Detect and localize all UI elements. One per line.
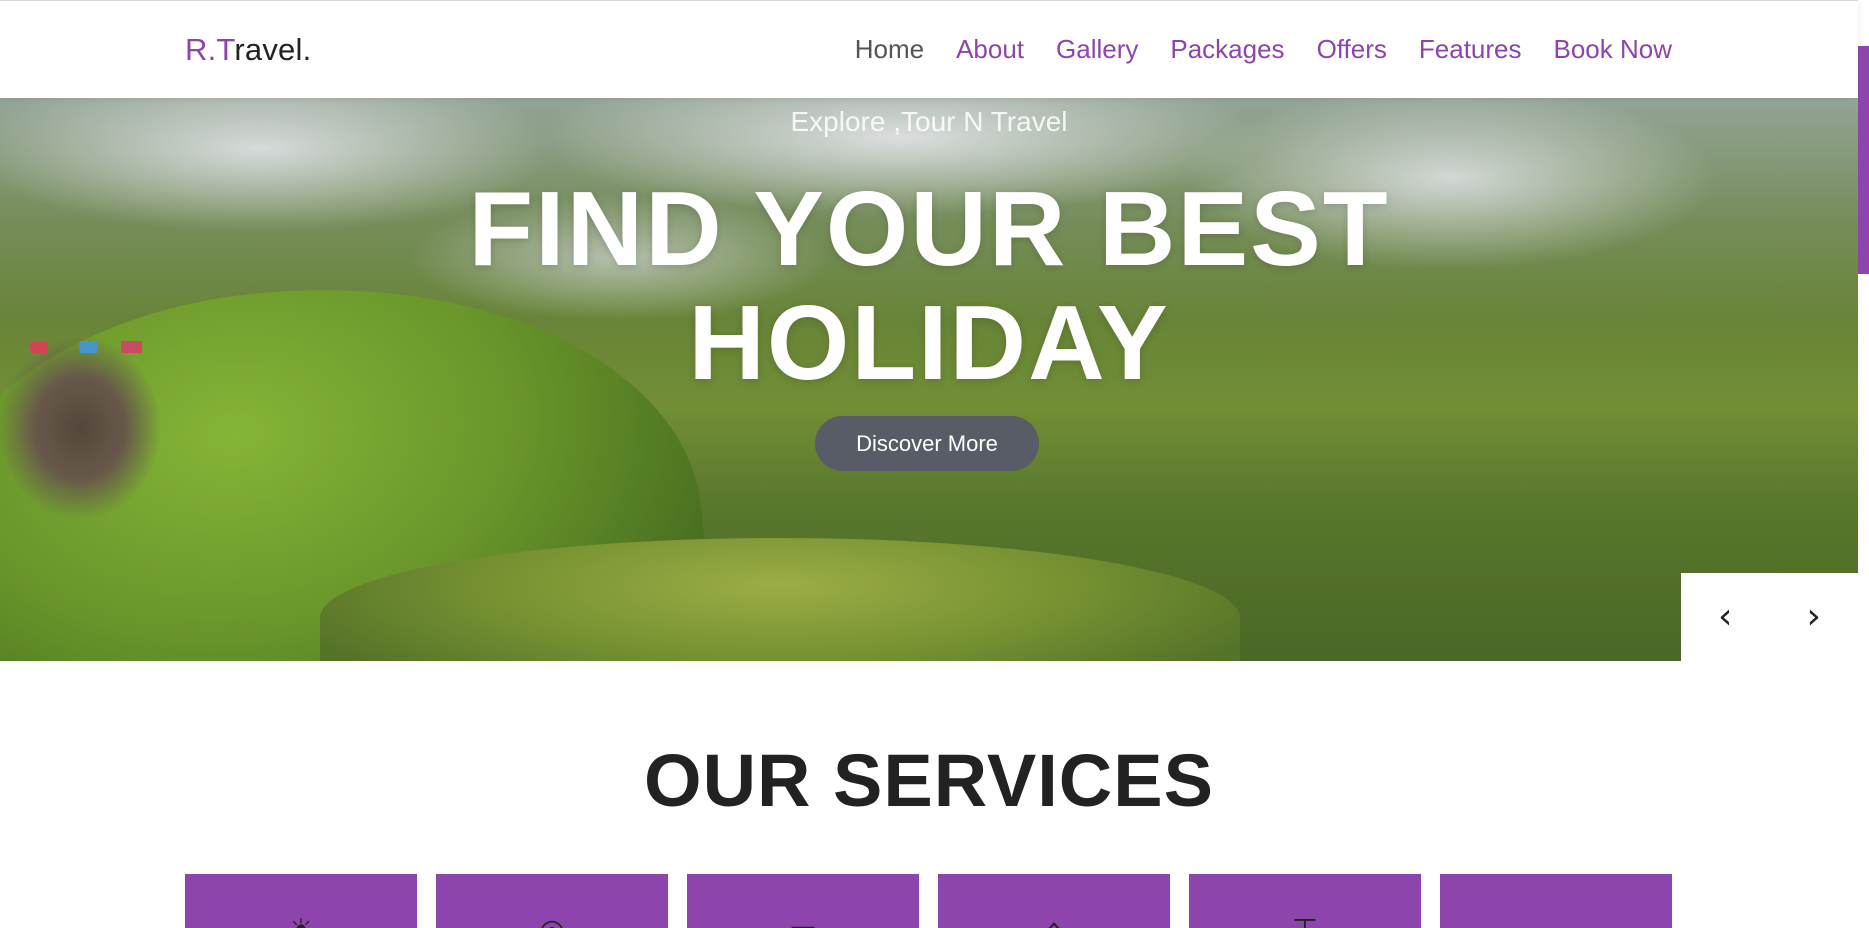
chevron-left-icon[interactable]: ‹ — [1718, 599, 1732, 635]
briefcase-icon: ⊤ — [1292, 916, 1318, 928]
hero-title: FIND YOUR BEST HOLIDAY — [0, 172, 1858, 400]
nav-link-book-now[interactable]: Book Now — [1554, 34, 1673, 65]
home-icon: ⌂ — [1044, 916, 1063, 928]
bus-icon: ▭ — [789, 916, 817, 928]
nav-link-gallery[interactable]: Gallery — [1056, 34, 1138, 65]
logo-rest: ravel. — [234, 32, 312, 67]
service-card[interactable] — [1440, 874, 1672, 928]
services-title: OUR SERVICES — [644, 739, 1214, 822]
service-card[interactable]: ⊤ — [1189, 874, 1421, 928]
site-logo[interactable]: R.Travel. — [185, 32, 311, 68]
chevron-right-icon[interactable]: › — [1807, 599, 1821, 635]
nav-link-features[interactable]: Features — [1419, 34, 1522, 65]
nav-link-about[interactable]: About — [956, 34, 1024, 65]
hero-subtitle: Explore ,Tour N Travel — [790, 106, 1068, 137]
nav-link-home[interactable]: Home — [855, 34, 924, 65]
service-card[interactable]: ◎ — [436, 874, 668, 928]
service-card[interactable]: ⌂ — [938, 874, 1170, 928]
service-card[interactable]: ▭ — [687, 874, 919, 928]
discover-more-button[interactable]: Discover More — [815, 416, 1039, 471]
nav-link-offers[interactable]: Offers — [1317, 34, 1387, 65]
service-card[interactable]: ☀ — [185, 874, 417, 928]
logo-accent: R.T — [185, 32, 235, 67]
page-scrollbar-thumb[interactable] — [1858, 46, 1869, 274]
service-cards: ☀ ◎ ▭ ⌂ ⊤ — [185, 874, 1672, 928]
hero-title-line-2: HOLIDAY — [688, 284, 1170, 402]
sun-icon: ☀ — [288, 916, 315, 928]
hero-slider: Explore ,Tour N Travel FIND YOUR BEST HO… — [0, 98, 1858, 661]
main-nav: Home About Gallery Packages Offers Featu… — [855, 34, 1672, 65]
slider-controls: ‹ › — [1681, 573, 1858, 661]
map-pin-icon: ◎ — [539, 916, 565, 928]
hero-title-line-1: FIND YOUR BEST — [468, 170, 1390, 288]
nav-link-packages[interactable]: Packages — [1170, 34, 1284, 65]
site-header: R.Travel. Home About Gallery Packages Of… — [0, 0, 1858, 98]
